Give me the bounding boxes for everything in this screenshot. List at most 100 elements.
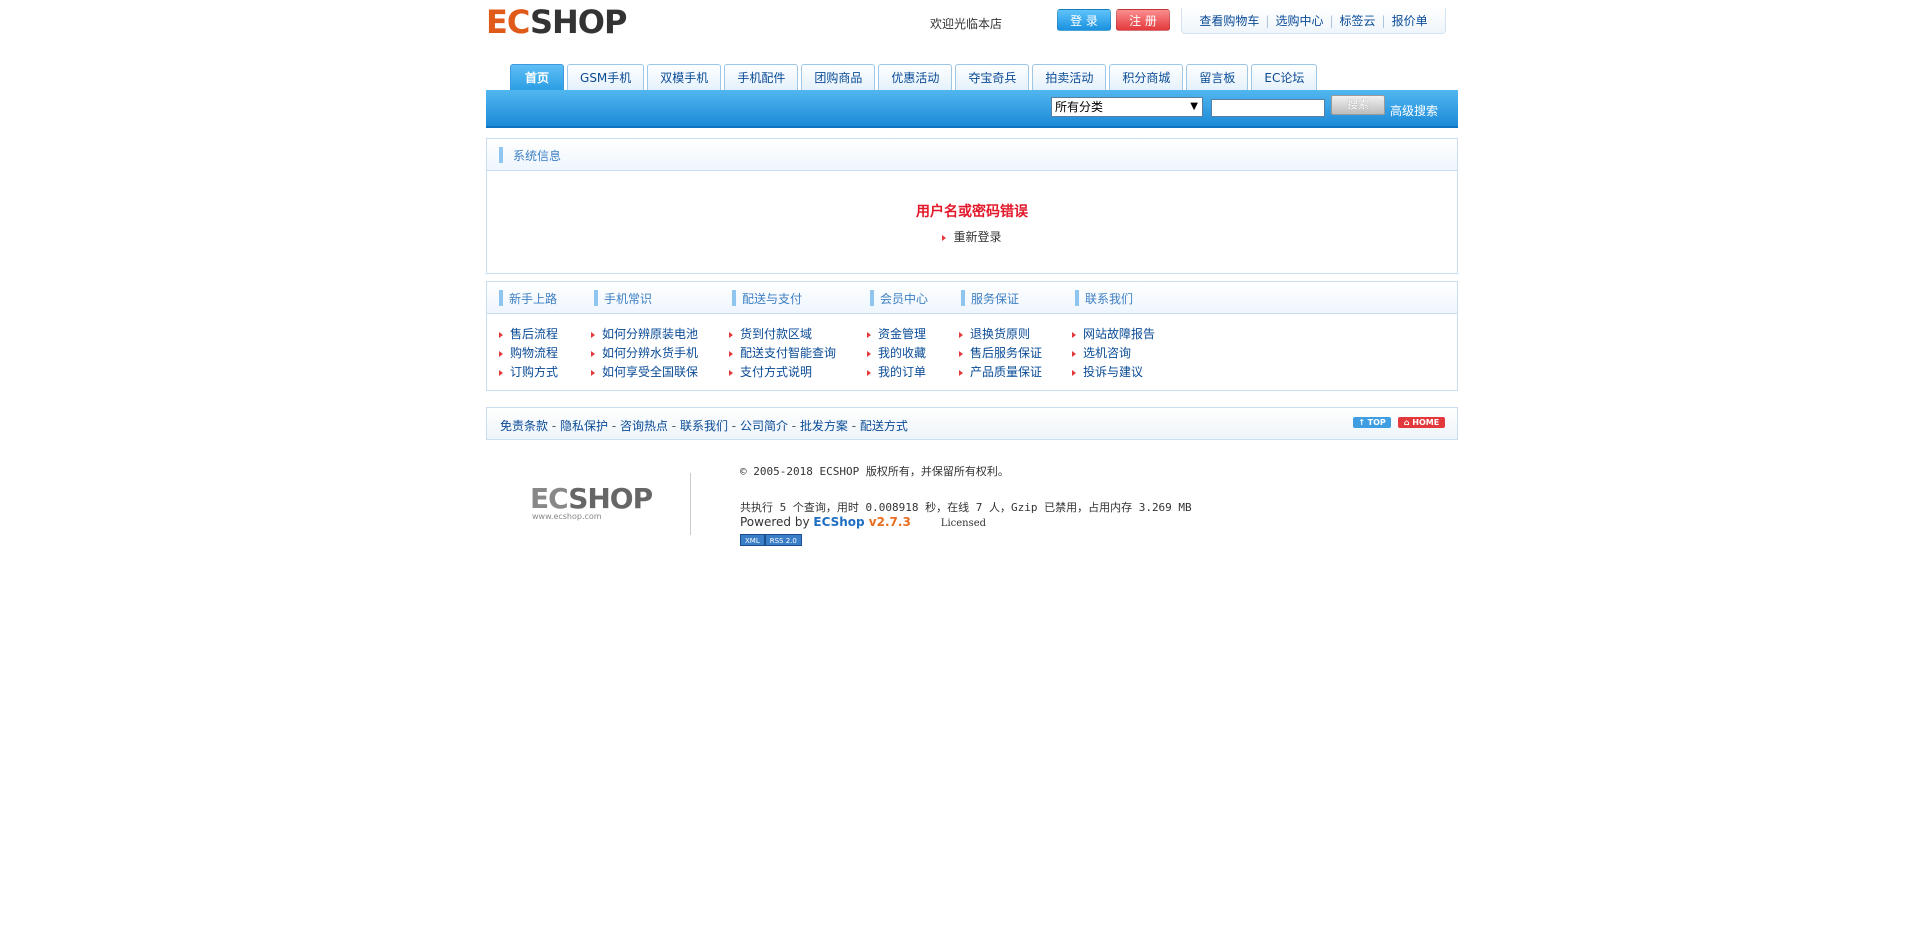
list-item: 售后流程: [499, 325, 558, 344]
xml-badge[interactable]: XML: [740, 534, 765, 546]
help-link[interactable]: 配送支付智能查询: [740, 346, 836, 360]
bullet-arrow-icon: [499, 369, 503, 376]
footer-link-about[interactable]: 公司简介: [740, 419, 788, 433]
help-link[interactable]: 我的订单: [878, 365, 926, 379]
tab-message-board[interactable]: 留言板: [1186, 64, 1249, 90]
help-link[interactable]: 售后流程: [510, 327, 558, 341]
help-link[interactable]: 选机咨询: [1083, 346, 1131, 360]
home-button[interactable]: ⌂ HOME: [1398, 417, 1445, 428]
register-button[interactable]: 注 册: [1116, 9, 1170, 31]
help-link[interactable]: 如何分辨水货手机: [602, 346, 698, 360]
tab-promotions[interactable]: 优惠活动: [878, 64, 953, 90]
help-link[interactable]: 网站故障报告: [1083, 327, 1155, 341]
powered-by: Powered by ECShop v2.7.3 Licensed: [740, 515, 986, 529]
help-header: 新手上路 手机常识 配送与支付 会员中心 服务保证 联系我们: [487, 282, 1457, 314]
help-link[interactable]: 购物流程: [510, 346, 558, 360]
bullet-arrow-icon: [499, 331, 503, 338]
list-item: 购物流程: [499, 344, 558, 363]
help-col-title: 配送与支付: [732, 290, 802, 307]
quotation-link[interactable]: 报价单: [1386, 12, 1434, 29]
tab-accessories[interactable]: 手机配件: [724, 64, 799, 90]
main-nav: 首页 GSM手机 双模手机 手机配件 团购商品 优惠活动 夺宝奇兵 拍卖活动 积…: [510, 64, 1318, 90]
footer-link-wholesale[interactable]: 批发方案: [800, 419, 848, 433]
system-message-box: 系统信息 用户名或密码错误 重新登录: [486, 138, 1458, 274]
footer-link-contact[interactable]: 联系我们: [680, 419, 728, 433]
back-to-top-button[interactable]: ↑ TOP: [1353, 417, 1391, 428]
list-item: 退换货原则: [959, 325, 1042, 344]
tab-points-mall[interactable]: 积分商城: [1109, 64, 1184, 90]
footer-divider: [690, 473, 691, 535]
tag-cloud-link[interactable]: 标签云: [1334, 12, 1382, 29]
advanced-search-link[interactable]: 高级搜索: [1390, 102, 1438, 119]
relogin-link[interactable]: 重新登录: [953, 230, 1001, 244]
help-link[interactable]: 我的收藏: [878, 346, 926, 360]
bullet-arrow-icon: [959, 350, 963, 357]
welcome-text: 欢迎光临本店: [930, 17, 1003, 31]
bullet-arrow-icon: [591, 369, 595, 376]
list-item: 产品质量保证: [959, 363, 1042, 382]
footer-link-disclaimer[interactable]: 免责条款: [500, 419, 548, 433]
search-input[interactable]: [1211, 99, 1325, 117]
bullet-arrow-icon: [729, 369, 733, 376]
footer-link-privacy[interactable]: 隐私保护: [560, 419, 608, 433]
help-link[interactable]: 退换货原则: [970, 327, 1030, 341]
system-message-title: 系统信息: [513, 149, 562, 163]
category-select[interactable]: 所有分类 ▼: [1051, 97, 1203, 117]
ecshop-link[interactable]: ECShop: [813, 515, 864, 529]
help-link[interactable]: 售后服务保证: [970, 346, 1042, 360]
help-col-title: 会员中心: [870, 290, 928, 307]
tab-auction[interactable]: 拍卖活动: [1032, 64, 1107, 90]
licensed-text: Licensed: [940, 518, 987, 529]
tab-gsm-phone[interactable]: GSM手机: [567, 64, 645, 90]
help-link[interactable]: 资金管理: [878, 327, 926, 341]
help-list-member-center: 资金管理 我的收藏 我的订单: [867, 325, 926, 382]
system-message-header: 系统信息: [487, 139, 1457, 171]
header-bar-decoration: [499, 147, 503, 163]
bullet-arrow-icon: [591, 350, 595, 357]
bullet-arrow-icon: [591, 331, 595, 338]
list-item: 选机咨询: [1072, 344, 1155, 363]
tab-dual-mode-phone[interactable]: 双模手机: [647, 64, 722, 90]
help-list-contact: 网站故障报告 选机咨询 投诉与建议: [1072, 325, 1155, 382]
tab-ec-forum[interactable]: EC论坛: [1251, 64, 1318, 90]
bullet-arrow-icon: [867, 369, 871, 376]
version: v2.7.3: [864, 515, 911, 529]
bullet-arrow-icon: [1072, 369, 1076, 376]
help-link[interactable]: 支付方式说明: [740, 365, 812, 379]
relogin-row: 重新登录: [487, 228, 1457, 245]
login-button[interactable]: 登 录: [1057, 9, 1111, 31]
shopping-center-link[interactable]: 选购中心: [1269, 12, 1329, 29]
bullet-arrow-icon: [1072, 350, 1076, 357]
copyright-text: © 2005-2018 ECSHOP 版权所有，并保留所有权利。: [740, 465, 1009, 478]
bullet-arrow-icon: [942, 234, 947, 241]
footer-logo-shop: SHOP: [568, 482, 653, 515]
help-link[interactable]: 投诉与建议: [1083, 365, 1143, 379]
help-link[interactable]: 如何分辨原装电池: [602, 327, 698, 341]
search-bar: 所有分类 ▼ 搜索 高级搜索: [486, 90, 1458, 128]
footer-links: 免责条款 - 隐私保护 - 咨询热点 - 联系我们 - 公司简介 - 批发方案 …: [500, 419, 908, 433]
help-link[interactable]: 如何享受全国联保: [602, 365, 698, 379]
footer-link-shipping[interactable]: 配送方式: [860, 419, 908, 433]
bullet-arrow-icon: [1072, 331, 1076, 338]
rss-badge[interactable]: RSS 2.0: [764, 534, 802, 546]
list-item: 订购方式: [499, 363, 558, 382]
site-logo[interactable]: ECSHOP: [486, 4, 627, 40]
tab-home[interactable]: 首页: [510, 64, 565, 90]
tab-group-buy[interactable]: 团购商品: [801, 64, 876, 90]
help-link[interactable]: 货到付款区域: [740, 327, 812, 341]
list-item: 货到付款区域: [729, 325, 836, 344]
help-link[interactable]: 订购方式: [510, 365, 558, 379]
list-item: 如何分辨原装电池: [591, 325, 698, 344]
list-item: 配送支付智能查询: [729, 344, 836, 363]
help-link[interactable]: 产品质量保证: [970, 365, 1042, 379]
view-cart-link[interactable]: 查看购物车: [1193, 12, 1265, 29]
footer-link-hotline[interactable]: 咨询热点: [620, 419, 668, 433]
powered-prefix: Powered by: [740, 515, 814, 529]
footer-links-bar: 免责条款 - 隐私保护 - 咨询热点 - 联系我们 - 公司简介 - 批发方案 …: [486, 407, 1458, 440]
search-button[interactable]: 搜索: [1331, 95, 1385, 115]
query-stats: 共执行 5 个查询，用时 0.008918 秒，在线 7 人，Gzip 已禁用，…: [740, 501, 1192, 514]
help-col-title: 新手上路: [499, 290, 557, 307]
list-item: 资金管理: [867, 325, 926, 344]
tab-snatch[interactable]: 夺宝奇兵: [955, 64, 1030, 90]
bullet-arrow-icon: [729, 350, 733, 357]
